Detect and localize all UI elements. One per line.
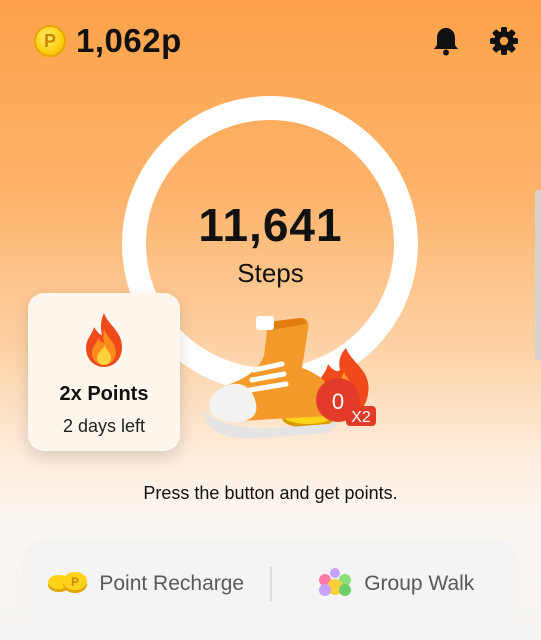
point-recharge-button[interactable]: P Point Recharge xyxy=(22,569,270,600)
svg-text:P: P xyxy=(71,575,79,589)
multiplier-badge: X2 xyxy=(351,409,371,426)
side-edge-handle[interactable] xyxy=(535,190,541,360)
step-count: 11,641 xyxy=(198,199,343,251)
group-walk-button[interactable]: Group Walk xyxy=(272,567,520,602)
bell-icon[interactable] xyxy=(431,26,461,56)
fire-icon xyxy=(28,311,180,369)
reward-count: 0 xyxy=(332,389,344,414)
coins-icon: P xyxy=(47,569,89,600)
points-value: 1,062p xyxy=(76,22,182,59)
instruction-text: Press the button and get points. xyxy=(143,483,398,503)
group-walk-label: Group Walk xyxy=(364,572,475,595)
points-balance[interactable]: P 1,062p xyxy=(34,22,182,60)
group-icon xyxy=(316,567,354,602)
bonus-title: 2x Points xyxy=(59,383,149,405)
double-points-card[interactable]: 2x Points 2 days left xyxy=(28,293,180,451)
header: P 1,062p xyxy=(34,22,519,66)
gear-icon[interactable] xyxy=(489,26,519,56)
point-recharge-label: Point Recharge xyxy=(99,572,245,595)
coin-icon: P xyxy=(34,25,66,57)
bonus-remaining: 2 days left xyxy=(62,416,146,436)
shoe-reward-button[interactable]: 0 X2 xyxy=(196,308,386,448)
action-bar: P Point Recharge Group Walk xyxy=(22,539,519,629)
steps-label: Steps xyxy=(237,258,304,288)
